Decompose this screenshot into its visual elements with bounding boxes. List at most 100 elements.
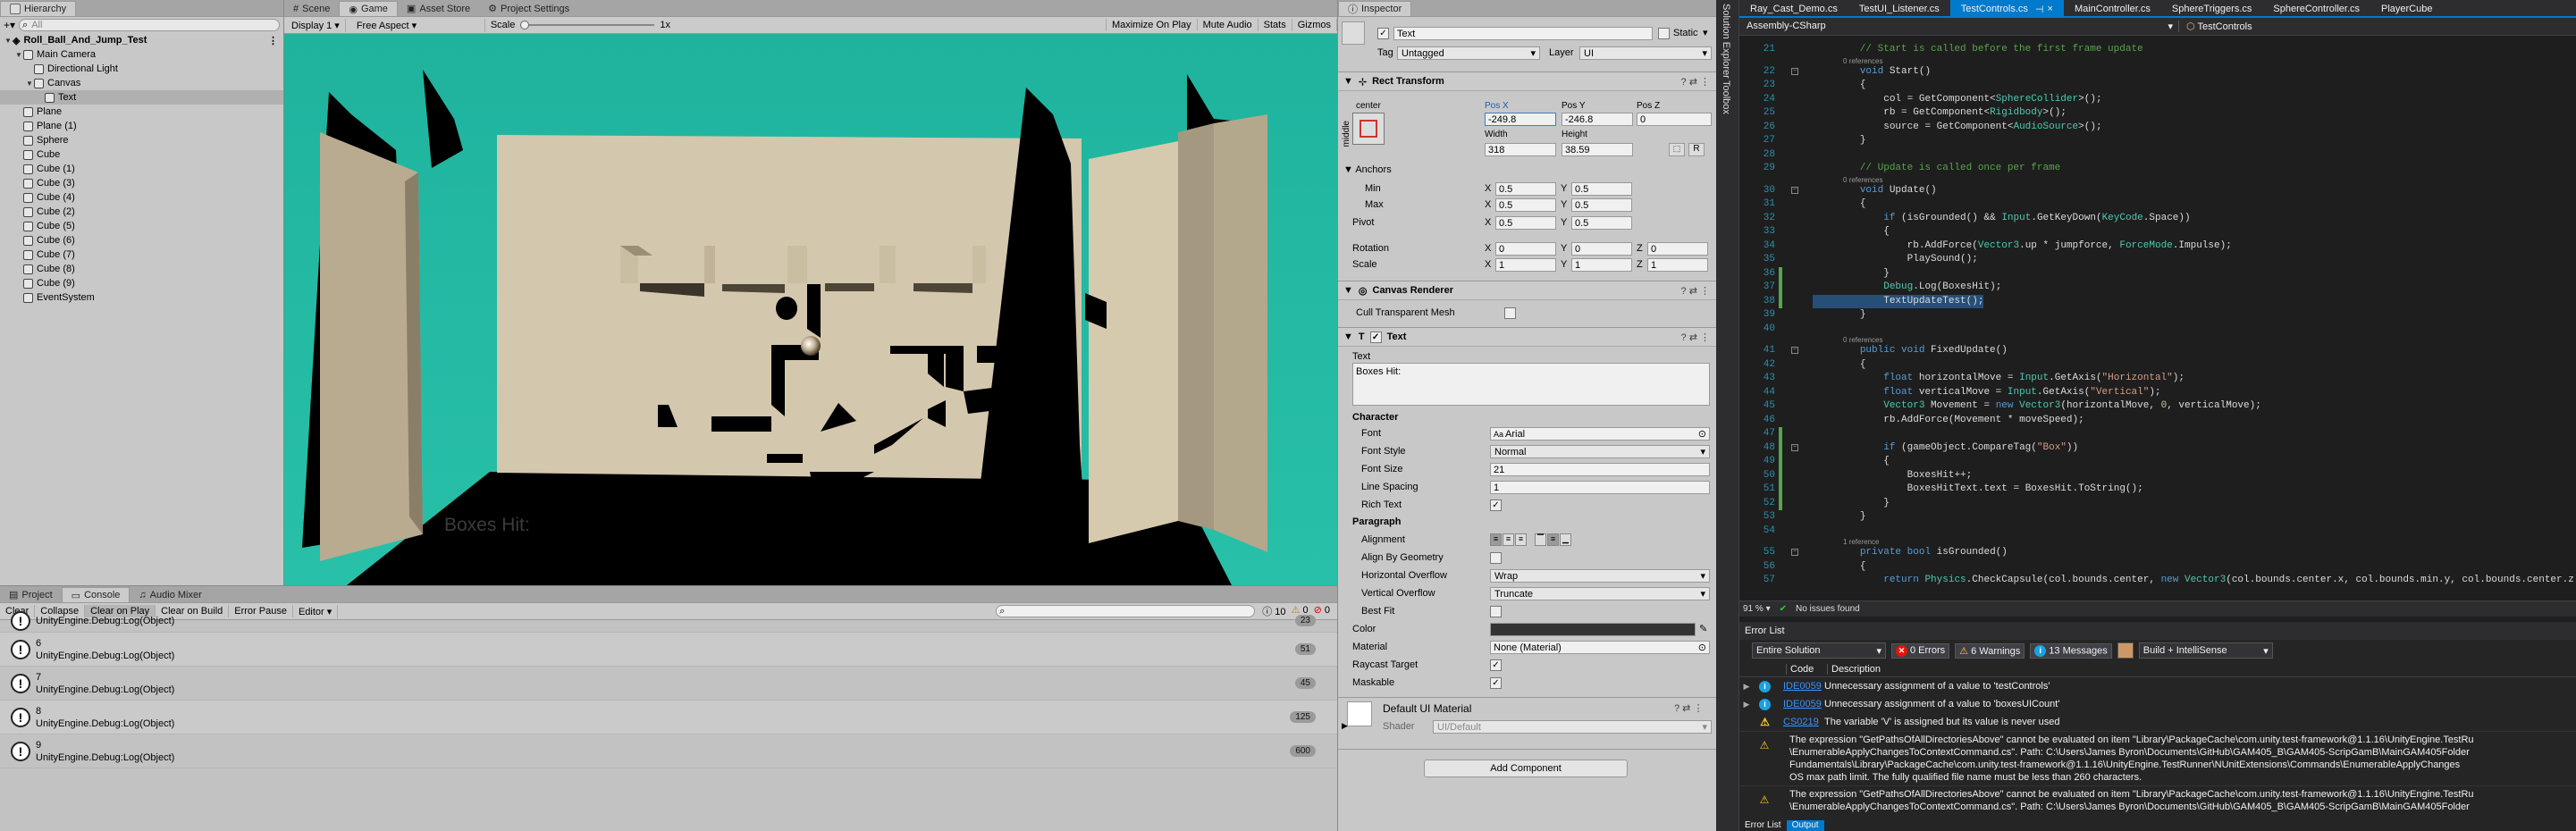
editor-tab[interactable]: TestUI_Listener.cs — [1848, 0, 1950, 16]
code-line[interactable]: 56 { — [1739, 560, 2576, 575]
add-component-button[interactable]: Add Component — [1424, 760, 1628, 777]
hierarchy-item[interactable]: Text — [0, 90, 283, 105]
codelens-reference[interactable]: 0 references — [1739, 176, 2576, 184]
editor-tab[interactable]: Ray_Cast_Demo.cs — [1739, 0, 1848, 16]
blueprint-mode-button[interactable]: ⬚ — [1669, 143, 1685, 156]
hierarchy-item[interactable]: Cube (8) — [0, 262, 283, 276]
property-checkbox[interactable] — [1490, 552, 1502, 564]
code-line[interactable]: 32 if (isGrounded() && Input.GetKeyDown(… — [1739, 212, 2576, 226]
height-field[interactable]: 38.59 — [1562, 143, 1633, 156]
expand-arrow-icon[interactable]: ▼ — [14, 51, 23, 59]
code-line[interactable]: 46 rb.AddForce(Movement * moveSpeed); — [1739, 414, 2576, 428]
text-enabled-checkbox[interactable]: ✓ — [1369, 331, 1382, 343]
posz-field[interactable]: 0 — [1637, 113, 1712, 126]
game-viewport[interactable]: Boxes Hit: — [284, 34, 1337, 585]
code-line[interactable]: 22− void Start() — [1739, 65, 2576, 80]
vector-field[interactable]: 0 — [1647, 242, 1708, 256]
tab-audio-mixer[interactable]: ♫ Audio Mixer — [130, 587, 210, 602]
code-line[interactable]: 37 Debug.Log(BoxesHit); — [1739, 281, 2576, 295]
rect-transform-header[interactable]: ▼ ⊹ Rect Transform? ⇄ ⋮ — [1338, 71, 1717, 91]
editor-tab[interactable]: SphereController.cs — [2262, 0, 2370, 16]
hierarchy-item[interactable]: Cube (4) — [0, 190, 283, 205]
filter-icon[interactable] — [2117, 642, 2134, 659]
cull-checkbox[interactable] — [1504, 306, 1516, 319]
shader-dropdown[interactable]: UI/Default ▾ — [1433, 720, 1712, 734]
vector-field[interactable]: 1 — [1571, 258, 1632, 272]
console-log-row[interactable]: ! 6 UnityEngine.Debug:Log(Object) 51 — [0, 633, 1337, 667]
error-list-row[interactable]: ▶ i IDE0059 Unnecessary assignment of a val… — [1739, 695, 2576, 713]
build-dropdown[interactable]: Build + IntelliSense ▾ — [2138, 642, 2273, 659]
code-line[interactable]: 44 float verticalMove = Input.GetAxis("V… — [1739, 386, 2576, 400]
active-checkbox[interactable]: ✓ — [1377, 28, 1389, 39]
property-checkbox[interactable]: ✓ — [1490, 677, 1502, 689]
color-swatch[interactable] — [1490, 623, 1696, 636]
hierarchy-item[interactable]: Cube (9) — [0, 276, 283, 290]
tab-project-settings[interactable]: ⚙ Project Settings — [479, 1, 578, 16]
hierarchy-item[interactable]: EventSystem — [0, 290, 283, 305]
fold-toggle-icon[interactable]: − — [1791, 347, 1798, 354]
vector-field[interactable]: 0.5 — [1571, 182, 1632, 196]
align-left-icon[interactable]: ≡ — [1490, 533, 1502, 546]
hierarchy-item[interactable]: Plane — [0, 105, 283, 119]
tab-project[interactable]: ▤ Project — [0, 587, 62, 602]
code-line[interactable]: 41− public void FixedUpdate() — [1739, 344, 2576, 358]
hierarchy-item[interactable]: Directional Light — [0, 62, 283, 76]
vector-field[interactable]: 0.5 — [1495, 216, 1556, 230]
expand-arrow-icon[interactable]: ▶ — [1342, 721, 1348, 731]
code-line[interactable]: 21 // Start is called before the first f… — [1739, 43, 2576, 57]
codelens-reference[interactable]: 0 references — [1739, 57, 2576, 65]
layer-dropdown[interactable]: UI ▾ — [1579, 46, 1712, 60]
hierarchy-item[interactable]: Sphere — [0, 133, 283, 147]
width-field[interactable]: 318 — [1485, 143, 1556, 156]
text-content-area[interactable]: Boxes Hit: — [1352, 363, 1710, 406]
component-menu-icon[interactable]: ? ⇄ ⋮ — [1681, 285, 1710, 297]
scene-row[interactable]: ▼ ◈ Roll_Ball_And_Jump_Test ⋮ — [0, 33, 283, 47]
code-line[interactable]: 49 { — [1739, 455, 2576, 469]
static-checkbox[interactable] — [1658, 28, 1670, 39]
zoom-dropdown[interactable]: 91 % ▾ — [1743, 604, 1771, 614]
property-field[interactable]: 1 — [1490, 481, 1710, 494]
code-line[interactable]: 31 { — [1739, 197, 2576, 212]
align-middle-icon[interactable]: ≡ — [1547, 533, 1559, 546]
code-line[interactable]: 48− if (gameObject.CompareTag("Box")) — [1739, 441, 2576, 455]
aspect-dropdown[interactable]: Free Aspect ▾ — [351, 18, 485, 32]
toolbox-tab[interactable]: Toolbox — [1721, 80, 1731, 114]
hierarchy-item[interactable]: Plane (1) — [0, 119, 283, 133]
error-code-link[interactable]: CS0219 — [1783, 717, 1824, 727]
display-dropdown[interactable]: Display 1 ▾ — [286, 18, 346, 32]
error-code-link[interactable]: IDE0059 — [1783, 681, 1824, 692]
anchors-foldout[interactable]: ▼ Anchors — [1343, 164, 1392, 175]
expand-arrow-icon[interactable]: ▶ — [1739, 700, 1754, 709]
solution-explorer-tab[interactable]: Solution Explorer — [1721, 4, 1731, 79]
code-line[interactable]: 54 — [1739, 525, 2576, 539]
code-line[interactable]: 50 BoxesHit++; — [1739, 468, 2576, 483]
mute-audio-button[interactable]: Mute Audio — [1198, 19, 1259, 31]
code-line[interactable]: 47 — [1739, 427, 2576, 441]
vector-field[interactable]: 0 — [1571, 242, 1632, 256]
code-line[interactable]: 39 } — [1739, 308, 2576, 323]
vector-field[interactable]: 0 — [1495, 242, 1556, 256]
tag-dropdown[interactable]: Untagged ▾ — [1397, 46, 1540, 60]
vector-field[interactable]: 0.5 — [1495, 198, 1556, 212]
component-menu-icon[interactable]: ? ⇄ ⋮ — [1681, 76, 1710, 88]
posx-field[interactable]: -249.8 — [1485, 113, 1556, 126]
code-line[interactable]: 23 { — [1739, 79, 2576, 93]
add-icon[interactable]: +▾ — [4, 19, 15, 31]
gizmos-button[interactable]: Gizmos — [1292, 19, 1337, 31]
hierarchy-item[interactable]: ▼ Main Camera — [0, 47, 283, 62]
canvas-renderer-header[interactable]: ▼ ◎ Canvas Renderer? ⇄ ⋮ — [1338, 281, 1717, 300]
property-field[interactable]: 21 — [1490, 463, 1710, 476]
code-line[interactable]: 33 { — [1739, 225, 2576, 239]
code-line[interactable]: 38 TextUpdateTest(); — [1739, 294, 2576, 308]
vector-field[interactable]: 0.5 — [1495, 182, 1556, 196]
code-line[interactable]: 57 return Physics.CheckCapsule(col.bound… — [1739, 574, 2576, 588]
object-field[interactable]: Aa Arial ⊙ — [1490, 427, 1710, 441]
tab-console[interactable]: ▭ Console — [61, 587, 130, 602]
expand-arrow-icon[interactable]: ▼ — [4, 37, 13, 45]
console-log-row[interactable]: ! 7 UnityEngine.Debug:Log(Object) 45 — [0, 667, 1337, 701]
fold-toggle-icon[interactable]: − — [1791, 443, 1798, 451]
hierarchy-item[interactable]: Cube (6) — [0, 233, 283, 248]
hierarchy-item[interactable]: Cube (2) — [0, 205, 283, 219]
posy-field[interactable]: -246.8 — [1562, 113, 1633, 126]
console-log-row[interactable]: ! 9 UnityEngine.Debug:Log(Object) 600 — [0, 734, 1337, 768]
